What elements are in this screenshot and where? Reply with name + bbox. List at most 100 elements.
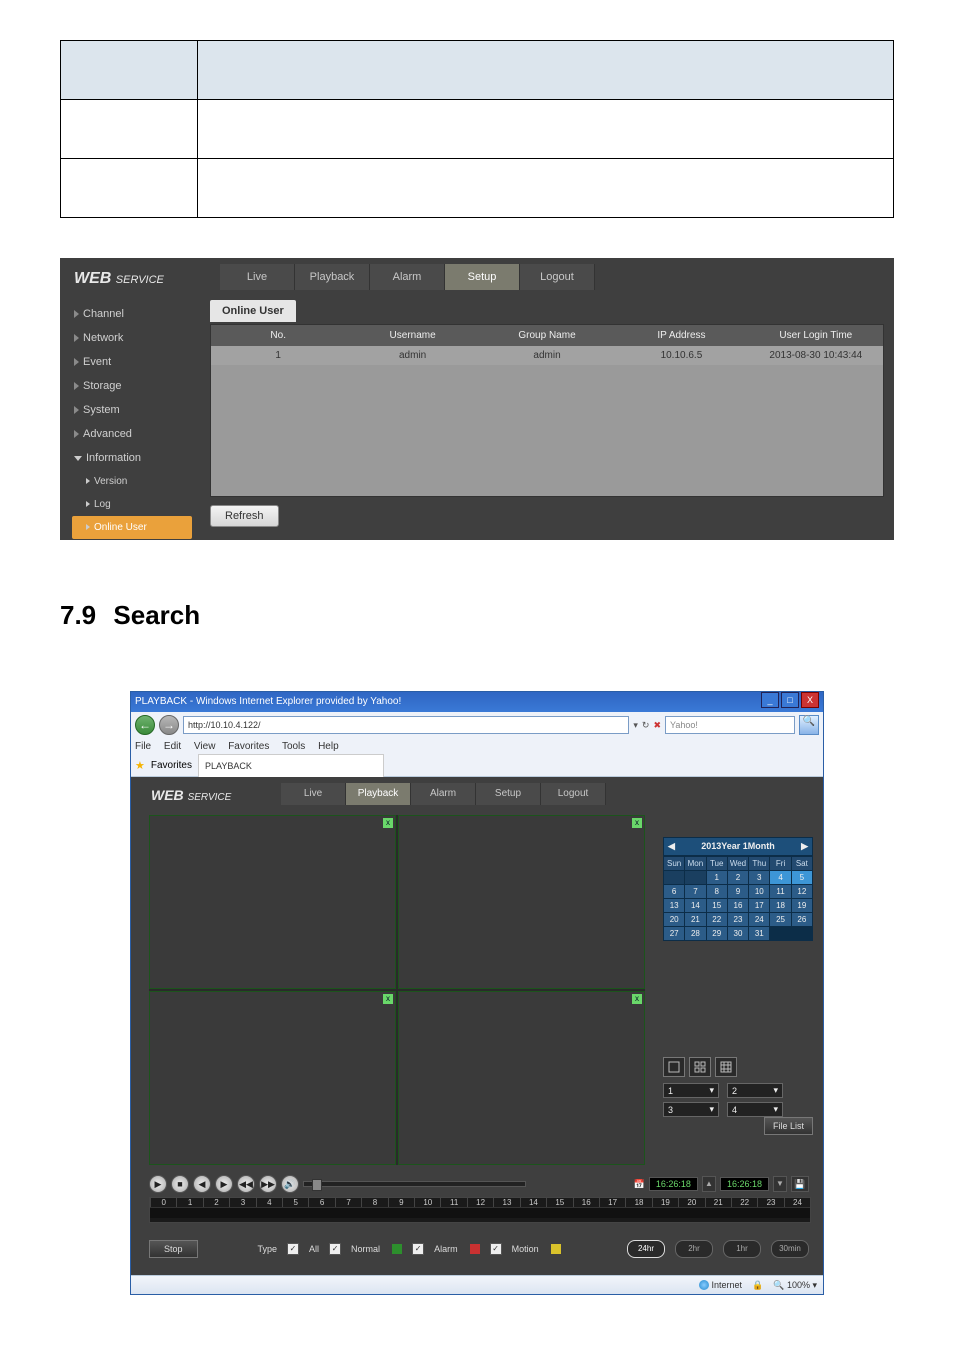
tab-playback[interactable]: Playback — [295, 264, 370, 290]
sidebar-item-advanced[interactable]: Advanced — [72, 422, 192, 446]
play-button[interactable]: ▶ — [149, 1175, 167, 1193]
cal-day[interactable]: 6 — [664, 885, 684, 898]
sidebar-item-storage[interactable]: Storage — [72, 374, 192, 398]
sidebar-item-version[interactable]: Version — [72, 470, 192, 493]
cal-day[interactable]: 4 — [770, 871, 790, 884]
cal-day[interactable]: 16 — [728, 899, 748, 912]
checkbox-normal[interactable]: ✓ — [329, 1243, 341, 1255]
cal-day[interactable]: 22 — [707, 913, 727, 926]
star-icon[interactable]: ★ — [135, 756, 145, 776]
cal-day[interactable]: 2 — [728, 871, 748, 884]
fast-button[interactable]: ▶▶ — [259, 1175, 277, 1193]
video-pane-2[interactable]: x — [398, 815, 645, 989]
video-pane-3[interactable]: x — [149, 991, 396, 1165]
content-tab-online-user[interactable]: Online User — [210, 300, 296, 322]
calendar-grid[interactable]: SunMonTueWedThuFriSat1234567891011121314… — [663, 856, 813, 941]
tab-alarm[interactable]: Alarm — [411, 783, 476, 805]
close-pane-icon[interactable]: x — [383, 994, 393, 1004]
slow-button[interactable]: ◀◀ — [237, 1175, 255, 1193]
forward-button[interactable]: → — [159, 715, 179, 735]
video-pane-1[interactable]: x — [149, 815, 396, 989]
tab-logout[interactable]: Logout — [520, 264, 595, 290]
search-input[interactable]: Yahoo! — [665, 716, 795, 734]
sidebar-item-online-user[interactable]: Online User — [72, 516, 192, 539]
cal-day[interactable]: 10 — [749, 885, 769, 898]
tab-setup[interactable]: Setup — [476, 783, 541, 805]
cal-day[interactable]: 12 — [792, 885, 812, 898]
stop-all-button[interactable]: Stop — [149, 1240, 198, 1258]
cal-day[interactable]: 3 — [749, 871, 769, 884]
video-pane-4[interactable]: x — [398, 991, 645, 1165]
save-snapshot-icon[interactable]: 💾 — [791, 1176, 809, 1192]
cal-day[interactable]: 27 — [664, 927, 684, 940]
maximize-icon[interactable]: □ — [781, 692, 799, 708]
checkbox-all[interactable]: ✓ — [287, 1243, 299, 1255]
zoom-30min-button[interactable]: 30min — [771, 1240, 809, 1258]
back-button[interactable]: ← — [135, 715, 155, 735]
menu-file[interactable]: File — [135, 741, 151, 752]
sidebar-item-network[interactable]: Network — [72, 326, 192, 350]
split-4-icon[interactable] — [689, 1057, 711, 1077]
zoom-1hr-button[interactable]: 1hr — [723, 1240, 761, 1258]
refresh-button[interactable]: Refresh — [210, 505, 279, 527]
cal-day[interactable]: 18 — [770, 899, 790, 912]
search-go-button[interactable]: 🔍 — [799, 715, 819, 735]
cal-day[interactable]: 21 — [685, 913, 705, 926]
file-list-button[interactable]: File List — [764, 1117, 813, 1135]
cal-day[interactable]: 14 — [685, 899, 705, 912]
time-step-up[interactable]: ▲ — [702, 1176, 716, 1192]
menu-edit[interactable]: Edit — [164, 741, 181, 752]
time-step-down[interactable]: ▼ — [773, 1176, 787, 1192]
cal-day[interactable]: 28 — [685, 927, 705, 940]
browser-tab[interactable]: PLAYBACK — [198, 754, 384, 778]
table-row[interactable]: 1 admin admin 10.10.6.5 2013-08-30 10:43… — [211, 346, 883, 365]
close-pane-icon[interactable]: x — [383, 818, 393, 828]
cal-day[interactable]: 9 — [728, 885, 748, 898]
cal-day[interactable]: 17 — [749, 899, 769, 912]
close-icon[interactable]: X — [801, 692, 819, 708]
menu-favorites[interactable]: Favorites — [228, 741, 269, 752]
cal-day[interactable]: 25 — [770, 913, 790, 926]
stop-button[interactable]: ■ — [171, 1175, 189, 1193]
close-pane-icon[interactable]: x — [632, 994, 642, 1004]
channel-select-2[interactable]: 2▾ — [727, 1083, 783, 1098]
tab-playback[interactable]: Playback — [346, 783, 411, 805]
close-pane-icon[interactable]: x — [632, 818, 642, 828]
channel-select-3[interactable]: 3▾ — [663, 1102, 719, 1117]
zoom-indicator[interactable]: 🔍 100% ▾ — [773, 1280, 817, 1291]
zoom-24hr-button[interactable]: 24hr — [627, 1240, 665, 1258]
cal-day[interactable]: 15 — [707, 899, 727, 912]
cal-day[interactable]: 11 — [770, 885, 790, 898]
zoom-2hr-button[interactable]: 2hr — [675, 1240, 713, 1258]
sidebar-item-event[interactable]: Event — [72, 350, 192, 374]
menu-help[interactable]: Help — [318, 741, 339, 752]
tab-live[interactable]: Live — [281, 783, 346, 805]
menu-tools[interactable]: Tools — [282, 741, 305, 752]
url-input[interactable]: http://10.10.4.122/ — [183, 716, 629, 734]
time-goto[interactable]: 16:26:18 — [720, 1177, 769, 1191]
channel-select-4[interactable]: 4▾ — [727, 1102, 783, 1117]
split-9-icon[interactable] — [715, 1057, 737, 1077]
tab-live[interactable]: Live — [220, 264, 295, 290]
frame-back-button[interactable]: ◀ — [193, 1175, 211, 1193]
timeline[interactable]: 0123456789101112131415161718192021222324 — [149, 1197, 811, 1223]
tab-setup[interactable]: Setup — [445, 264, 520, 290]
menu-view[interactable]: View — [194, 741, 216, 752]
volume-button[interactable]: 🔊 — [281, 1175, 299, 1193]
checkbox-motion[interactable]: ✓ — [490, 1243, 502, 1255]
cal-prev-icon[interactable]: ◀ — [668, 841, 675, 852]
tab-logout[interactable]: Logout — [541, 783, 606, 805]
sidebar-item-channel[interactable]: Channel — [72, 302, 192, 326]
cal-next-icon[interactable]: ▶ — [801, 841, 808, 852]
cal-day[interactable]: 13 — [664, 899, 684, 912]
cal-day[interactable]: 8 — [707, 885, 727, 898]
sidebar-item-system[interactable]: System — [72, 398, 192, 422]
sidebar-item-information[interactable]: Information — [72, 446, 192, 470]
slider-thumb[interactable] — [312, 1179, 322, 1191]
cal-day[interactable]: 5 — [792, 871, 812, 884]
cal-day[interactable]: 19 — [792, 899, 812, 912]
tab-alarm[interactable]: Alarm — [370, 264, 445, 290]
checkbox-alarm[interactable]: ✓ — [412, 1243, 424, 1255]
cal-day[interactable]: 31 — [749, 927, 769, 940]
cal-day[interactable]: 24 — [749, 913, 769, 926]
